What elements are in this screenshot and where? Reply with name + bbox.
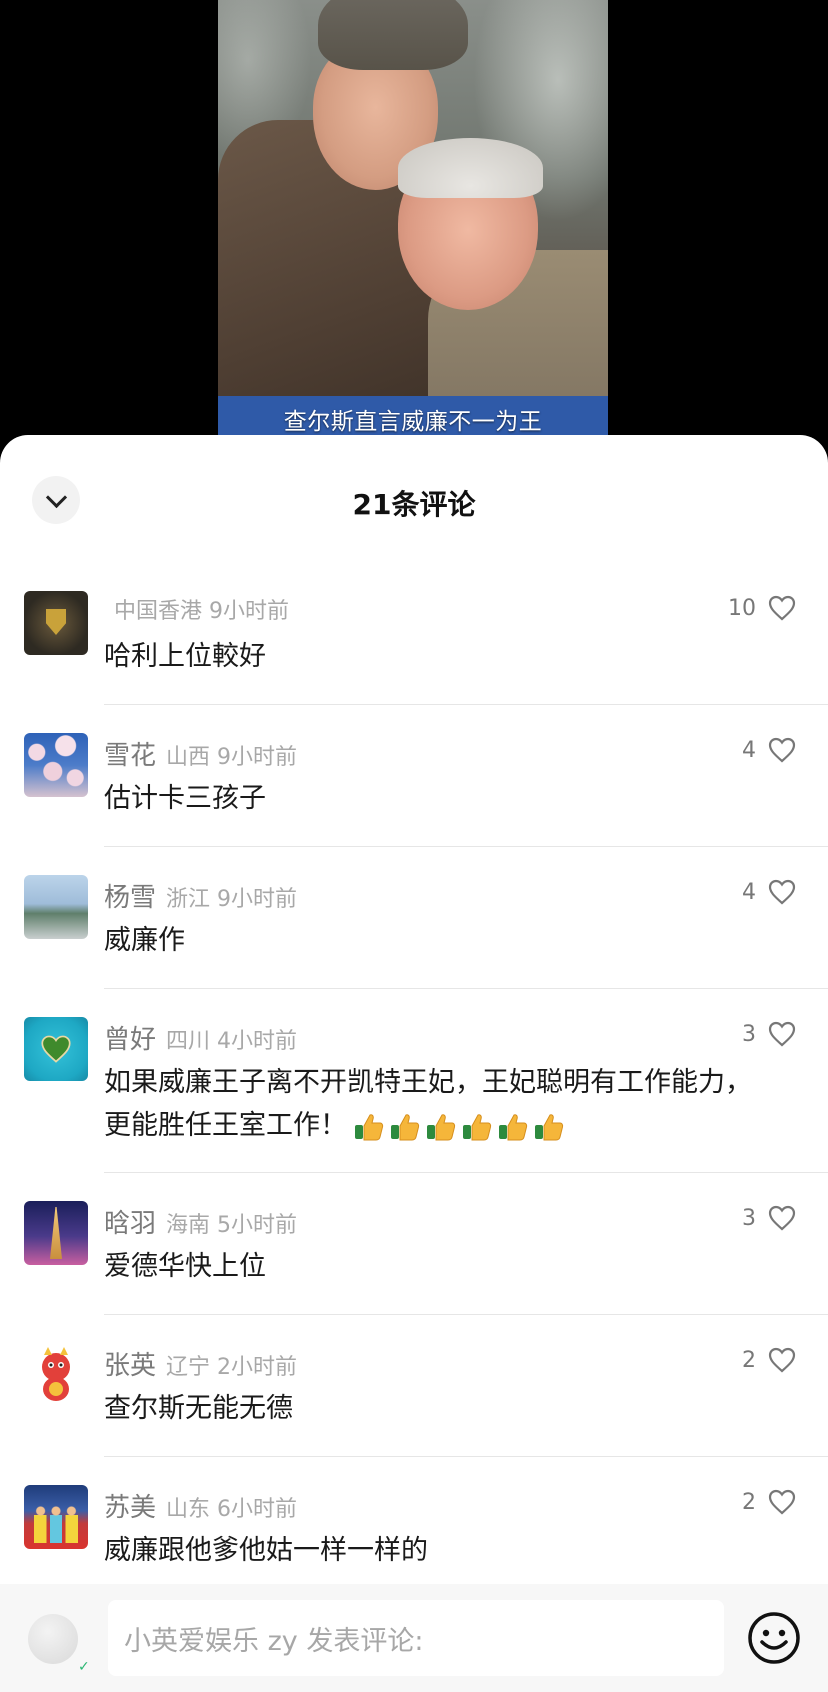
thumbs-up-icon (391, 1113, 420, 1140)
avatar[interactable] (24, 875, 88, 939)
like-button[interactable]: 3 (742, 1021, 796, 1047)
smile-icon[interactable] (746, 1610, 802, 1666)
like-button[interactable]: 4 (742, 737, 796, 763)
comment-meta: 苏美 山东 6小时前 (104, 1487, 297, 1524)
like-count: 3 (742, 1205, 756, 1231)
like-button[interactable]: 2 (742, 1347, 796, 1373)
like-button[interactable]: 10 (728, 595, 796, 621)
comment-sheet: 21条评论 中国香港 9小时前 哈利上位較好 10 雪花 山西 9小时前 估计卡… (0, 435, 828, 1692)
comment-text: 估计卡三孩子 (104, 783, 266, 814)
heart-icon (768, 1205, 796, 1231)
comment-author[interactable]: 张英 (104, 1345, 156, 1382)
like-count: 2 (742, 1489, 756, 1515)
comment-meta: 曾好 四川 4小时前 (104, 1019, 297, 1056)
comment-location-time: 四川 4小时前 (166, 1029, 298, 1054)
like-count: 10 (728, 595, 756, 621)
avatar[interactable] (24, 1343, 88, 1407)
heart-icon (768, 1347, 796, 1373)
comment-location-time: 中国香港 9小时前 (114, 599, 289, 624)
comment-meta: 雪花 山西 9小时前 (104, 735, 297, 772)
video-subtitle: 查尔斯直言威廉不一为王 (283, 409, 543, 435)
avatar[interactable] (24, 1201, 88, 1265)
like-count: 3 (742, 1021, 756, 1047)
heart-icon (768, 737, 796, 763)
comment-text-wrap: 如果威廉王子离不开凯特王妃，王妃聪明有工作能力，更能胜任王室工作！ (104, 1061, 758, 1147)
heart-icon (768, 879, 796, 905)
shield-logo-icon (46, 609, 66, 635)
blossom-image (24, 733, 88, 797)
comment-composer: ✓ 小英爱娱乐 zy 发表评论: (0, 1584, 828, 1692)
like-button[interactable]: 3 (742, 1205, 796, 1231)
thumbs-up-icon (535, 1113, 564, 1140)
comment-meta: 晗羽 海南 5小时前 (104, 1203, 297, 1240)
heart-icon (768, 1021, 796, 1047)
like-count: 4 (742, 879, 756, 905)
thumbs-up-icon (499, 1113, 528, 1140)
avatar[interactable] (24, 1017, 88, 1081)
like-button[interactable]: 2 (742, 1489, 796, 1515)
thumbs-up-icon (463, 1113, 492, 1140)
my-avatar[interactable] (28, 1614, 78, 1664)
avatar[interactable] (24, 1485, 88, 1549)
comment-input[interactable]: 小英爱娱乐 zy 发表评论: (108, 1600, 724, 1676)
comment-item: 曾好 四川 4小时前 如果威廉王子离不开凯特王妃，王妃聪明有工作能力，更能胜任王… (0, 989, 828, 1173)
comment-text: 爱德华快上位 (104, 1251, 266, 1282)
comment-item: 苏美 山东 6小时前 威廉跟他爹他姑一样一样的 2 (0, 1457, 828, 1599)
video-frame[interactable]: 查尔斯直言威廉不一为王 (218, 0, 608, 440)
thumbs-up-icon (355, 1113, 384, 1140)
comment-meta: 中国香港 9小时前 (104, 593, 289, 625)
sheet-header: 21条评论 (0, 435, 828, 563)
comment-item: 中国香港 9小时前 哈利上位較好 10 (0, 563, 828, 705)
comment-text: 查尔斯无能无德 (104, 1393, 293, 1424)
avatar[interactable] (24, 591, 88, 655)
comment-author[interactable]: 晗羽 (104, 1203, 156, 1240)
group-photo-image (34, 1503, 78, 1543)
comment-text: 威廉作 (104, 925, 185, 956)
comment-location-time: 山西 9小时前 (166, 745, 298, 770)
video-cap (318, 0, 468, 70)
thumbs-up-icon (427, 1113, 456, 1140)
video-hair-right (398, 138, 543, 198)
dragon-mascot-icon (42, 1347, 70, 1401)
like-button[interactable]: 4 (742, 879, 796, 905)
comment-count-title: 21条评论 (352, 488, 476, 521)
heart-island-icon (41, 1035, 71, 1063)
video-player[interactable]: 查尔斯直言威廉不一为王 (0, 0, 828, 440)
heart-icon (768, 1489, 796, 1515)
comment-author[interactable]: 杨雪 (104, 877, 156, 914)
comment-location-time: 浙江 9小时前 (166, 887, 298, 912)
comment-meta: 张英 辽宁 2小时前 (104, 1345, 297, 1382)
thumbs-up-emoji-group (353, 1111, 565, 1143)
like-count: 2 (742, 1347, 756, 1373)
comment-item: 晗羽 海南 5小时前 爱德华快上位 3 (0, 1173, 828, 1315)
comment-location-time: 海南 5小时前 (166, 1213, 298, 1238)
comment-author[interactable]: 苏美 (104, 1487, 156, 1524)
comment-location-time: 辽宁 2小时前 (166, 1355, 298, 1380)
comment-item: 雪花 山西 9小时前 估计卡三孩子 4 (0, 705, 828, 847)
comment-author[interactable]: 雪花 (104, 735, 156, 772)
comment-meta: 杨雪 浙江 9小时前 (104, 877, 297, 914)
comment-location-time: 山东 6小时前 (166, 1497, 298, 1522)
comment-author[interactable]: 曾好 (104, 1019, 156, 1056)
comment-text: 威廉跟他爹他姑一样一样的 (104, 1535, 428, 1566)
comment-item: 张英 辽宁 2小时前 查尔斯无能无德 2 (0, 1315, 828, 1457)
tower-image (50, 1207, 62, 1259)
comment-text: 哈利上位較好 (104, 641, 266, 672)
like-count: 4 (742, 737, 756, 763)
heart-icon (768, 595, 796, 621)
comment-item: 杨雪 浙江 9小时前 威廉作 4 (0, 847, 828, 989)
comment-input-placeholder: 小英爱娱乐 zy 发表评论: (124, 1625, 424, 1657)
avatar[interactable] (24, 733, 88, 797)
verified-tag-icon: ✓ (78, 1659, 90, 1675)
